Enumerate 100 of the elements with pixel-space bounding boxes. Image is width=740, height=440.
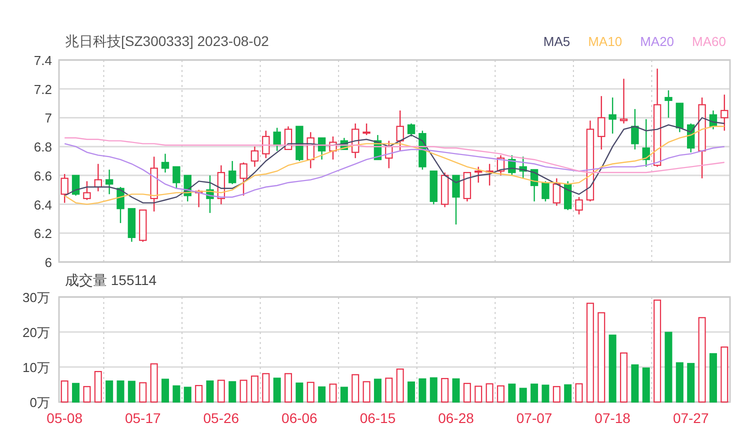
volume-bar xyxy=(374,378,382,403)
date-label: 06-15 xyxy=(360,410,396,426)
volume-bar xyxy=(463,382,471,403)
volume-bar xyxy=(720,346,728,403)
candlestick xyxy=(228,161,236,184)
axis-label: 6 xyxy=(44,255,52,270)
candlestick xyxy=(676,102,684,132)
candlestick xyxy=(273,128,281,151)
volume-bar xyxy=(273,378,281,403)
axis-label: 7.4 xyxy=(34,55,52,68)
volume-bar xyxy=(408,382,416,403)
volume-bar xyxy=(329,384,337,403)
volume-bar xyxy=(284,373,292,403)
volume-bar xyxy=(642,368,650,403)
legend-label: MA10 xyxy=(588,34,622,49)
volume-bar xyxy=(240,380,248,403)
candlestick xyxy=(172,166,180,188)
candlestick xyxy=(105,170,114,194)
axis-label: 6.2 xyxy=(34,226,52,242)
candlestick xyxy=(374,135,382,160)
volume-bar xyxy=(709,353,717,403)
volume-bar xyxy=(60,380,68,403)
volume-bar xyxy=(564,384,572,403)
candlestick xyxy=(318,137,326,160)
candlestick xyxy=(474,166,482,183)
candlestick xyxy=(206,175,214,213)
date-label: 05-08 xyxy=(46,410,82,426)
volume-bar xyxy=(94,371,102,403)
candlestick xyxy=(564,181,572,210)
volume-bar xyxy=(318,386,326,403)
volume-bar xyxy=(296,382,304,403)
candlestick xyxy=(687,123,695,152)
volume-bar xyxy=(486,383,494,403)
volume-bar xyxy=(552,386,560,403)
volume-bar xyxy=(418,378,426,403)
axis-label: 6.8 xyxy=(34,140,52,155)
candlestick xyxy=(161,154,170,173)
volume-bar xyxy=(452,378,460,403)
candlestick xyxy=(72,174,80,196)
candlestick xyxy=(407,123,416,136)
candlestick xyxy=(440,172,449,208)
candlestick xyxy=(150,156,158,212)
volume-bar xyxy=(72,382,80,403)
volume-bar xyxy=(430,377,438,403)
volume-bar xyxy=(497,385,504,403)
candlestick xyxy=(542,181,550,202)
volume-bar xyxy=(620,352,628,403)
volume-bar xyxy=(195,385,203,403)
candlestick xyxy=(217,165,226,204)
axis-label: 10万 xyxy=(22,360,50,375)
date-label: 06-06 xyxy=(282,410,318,426)
volume-bar xyxy=(161,378,169,403)
volume-bar xyxy=(575,383,583,403)
volume-bar xyxy=(542,384,550,403)
date-label: 07-27 xyxy=(672,410,709,426)
volume-bar xyxy=(664,332,672,403)
candlestick xyxy=(94,164,102,192)
candlestick xyxy=(250,146,259,167)
candlestick xyxy=(385,140,393,168)
date-label: 06-28 xyxy=(438,410,474,426)
volume-title: 成交量 155114 xyxy=(65,272,157,290)
candlestick xyxy=(720,94,728,131)
volume-bar xyxy=(217,380,225,403)
volume-bar xyxy=(150,363,158,403)
candlestick xyxy=(496,155,505,176)
volume-bar xyxy=(184,386,192,403)
volume-bar xyxy=(139,382,147,403)
candlestick xyxy=(83,181,91,200)
volume-bar xyxy=(687,362,695,403)
candlestick xyxy=(116,186,124,224)
candlestick xyxy=(463,172,472,202)
candlestick xyxy=(362,123,370,136)
volume-bar xyxy=(385,378,393,403)
candlestick xyxy=(139,209,147,242)
date-label: 05-26 xyxy=(203,410,240,426)
volume-bar xyxy=(172,385,180,403)
axis-label: 30万 xyxy=(22,290,50,305)
volume-bar xyxy=(83,386,91,403)
volume-bar xyxy=(676,362,684,403)
volume-bar xyxy=(508,384,516,403)
candlestick xyxy=(430,170,438,204)
candlestick xyxy=(575,197,583,214)
volume-bar xyxy=(206,380,214,403)
volume-bar xyxy=(441,378,449,403)
candlestick xyxy=(642,119,650,167)
candlestick xyxy=(452,174,460,224)
candlestick xyxy=(60,174,68,203)
volume-bar xyxy=(228,381,236,403)
candlestick xyxy=(631,109,639,150)
candlestick xyxy=(552,178,560,206)
chart-title: 兆日科技[SZ300333] 2023-08-02 xyxy=(65,32,269,50)
candlestick xyxy=(262,130,270,158)
candlestick xyxy=(240,162,248,196)
candlestick xyxy=(128,208,136,242)
volume-bar xyxy=(262,373,270,403)
candlestick xyxy=(620,78,628,124)
axis-label: 7.2 xyxy=(34,82,52,97)
date-label: 07-07 xyxy=(516,410,552,426)
candlestick xyxy=(340,138,348,150)
volume-bar xyxy=(396,368,404,403)
